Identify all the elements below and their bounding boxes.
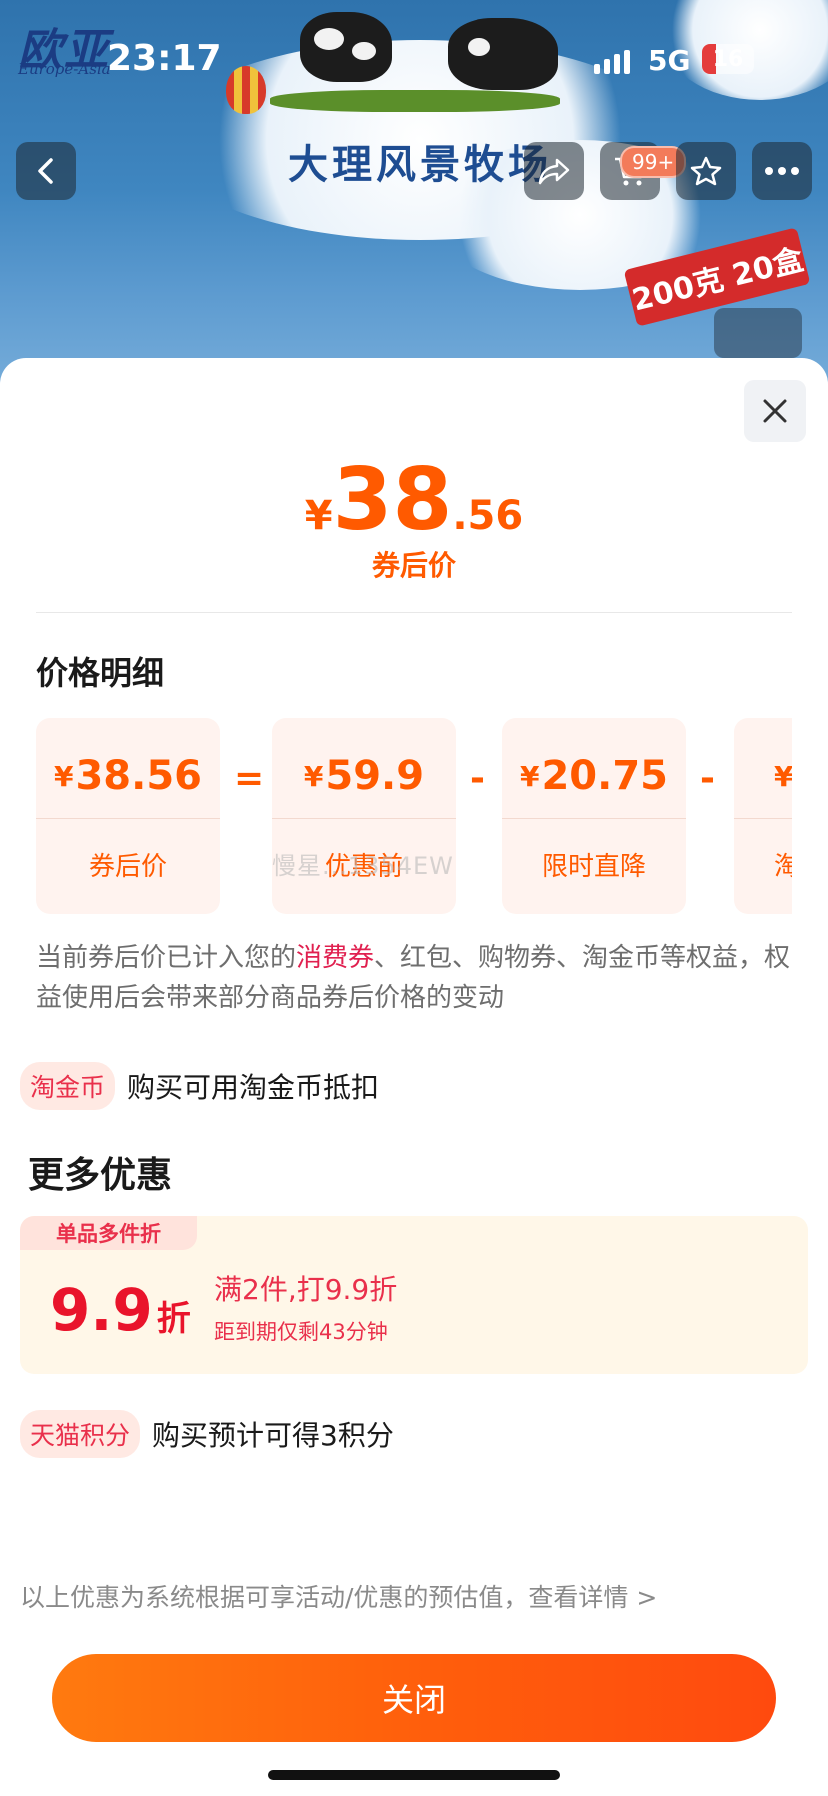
back-button[interactable] bbox=[16, 142, 76, 200]
side-float-button[interactable] bbox=[714, 308, 802, 358]
share-icon bbox=[538, 158, 570, 185]
card-label: 淘抵 bbox=[774, 852, 792, 882]
breakdown-card-discount: ¥20.75 限时直降 bbox=[502, 718, 686, 914]
balloon-image bbox=[226, 66, 266, 114]
taojinbi-text: 购买可用淘金币抵扣 bbox=[127, 1071, 380, 1104]
minus-operator: - bbox=[700, 758, 715, 799]
promo-countdown: 距到期仅剩43分钟 bbox=[214, 1320, 388, 1344]
promo-discount: 9.9 折 bbox=[50, 1276, 191, 1344]
card-currency: ¥ bbox=[303, 759, 324, 793]
card-currency: ¥ bbox=[519, 759, 540, 793]
brand-logo-subtitle: Europe-Asia bbox=[18, 60, 111, 78]
breakdown-title: 价格明细 bbox=[36, 654, 165, 692]
equals-operator: = bbox=[234, 758, 265, 799]
signal-icon bbox=[594, 50, 630, 74]
network-type: 5G bbox=[648, 44, 691, 77]
price-integer: 38 bbox=[332, 450, 453, 550]
card-amount: 20.75 bbox=[541, 753, 668, 799]
close-icon-button[interactable] bbox=[744, 380, 806, 442]
breakdown-card-original: ¥59.9 优惠前 bbox=[272, 718, 456, 914]
divider bbox=[36, 612, 792, 613]
favorite-button[interactable] bbox=[676, 142, 736, 200]
card-currency: ¥ bbox=[53, 759, 74, 793]
price-detail-sheet: ¥38.56 券后价 价格明细 ¥38.56 券后价 = ¥59.9 优惠前 -… bbox=[0, 358, 828, 1796]
note-prefix: 当前券后价已计入您的 bbox=[36, 943, 297, 973]
price-breakdown[interactable]: ¥38.56 券后价 = ¥59.9 优惠前 - ¥20.75 限时直降 - ¥… bbox=[36, 718, 792, 914]
card-amount: 59.9 bbox=[325, 753, 425, 799]
price-note: 当前券后价已计入您的消费券、红包、购物券、淘金币等权益，权益使用后会带来部分商品… bbox=[36, 938, 796, 1018]
tmall-points-tag: 天猫积分 bbox=[20, 1410, 141, 1458]
watermark-text: 慢星...1354EW bbox=[272, 852, 454, 880]
promo-discount-number: 9.9 bbox=[50, 1276, 153, 1344]
battery-icon: 16 bbox=[702, 44, 754, 74]
cow-image bbox=[448, 18, 558, 90]
promo-condition: 满2件,打9.9折 bbox=[214, 1273, 398, 1306]
status-time: 23:17 bbox=[107, 38, 222, 79]
price-decimal: .56 bbox=[452, 493, 524, 539]
card-label: 券后价 bbox=[88, 852, 167, 882]
grass-decoration bbox=[270, 90, 560, 112]
taojinbi-tag: 淘金币 bbox=[20, 1062, 116, 1110]
cow-image bbox=[300, 12, 392, 82]
close-icon bbox=[763, 399, 787, 423]
breakdown-card-taojinbi: ¥ 淘抵 bbox=[734, 718, 792, 914]
more-dots-icon bbox=[765, 167, 799, 175]
promo-tag: 单品多件折 bbox=[20, 1216, 197, 1250]
minus-operator: - bbox=[470, 758, 485, 799]
note-coupon-link[interactable]: 消费券 bbox=[296, 943, 374, 973]
star-icon bbox=[690, 156, 722, 186]
home-indicator[interactable] bbox=[268, 1770, 560, 1780]
more-button[interactable] bbox=[752, 142, 812, 200]
tmall-points-text: 购买预计可得3积分 bbox=[152, 1419, 394, 1452]
final-price-label: 券后价 bbox=[371, 549, 456, 582]
chevron-left-icon bbox=[38, 158, 53, 184]
battery-level: 16 bbox=[712, 46, 744, 72]
tmall-points-row: 天猫积分 购买预计可得3积分 bbox=[20, 1410, 394, 1458]
farm-title: 大理风景牧场 bbox=[288, 142, 552, 188]
more-discounts-title: 更多优惠 bbox=[28, 1155, 173, 1196]
promo-discount-unit: 折 bbox=[156, 1299, 191, 1339]
share-button[interactable] bbox=[524, 142, 584, 200]
card-label: 限时直降 bbox=[541, 852, 646, 882]
price-currency: ¥ bbox=[304, 493, 333, 539]
close-button[interactable]: 关闭 bbox=[52, 1654, 776, 1742]
breakdown-card-final: ¥38.56 券后价 bbox=[36, 718, 220, 914]
taojinbi-row: 淘金币 购买可用淘金币抵扣 bbox=[20, 1062, 379, 1110]
card-currency: ¥ bbox=[774, 759, 792, 793]
estimate-details-link[interactable]: 以上优惠为系统根据可享活动/优惠的预估值，查看详情 > bbox=[20, 1578, 657, 1614]
multi-item-discount-card[interactable]: 单品多件折 9.9 折 满2件,打9.9折 距到期仅剩43分钟 bbox=[20, 1216, 808, 1374]
card-amount: 38.56 bbox=[75, 753, 202, 799]
final-price: ¥38.56 bbox=[0, 450, 828, 550]
